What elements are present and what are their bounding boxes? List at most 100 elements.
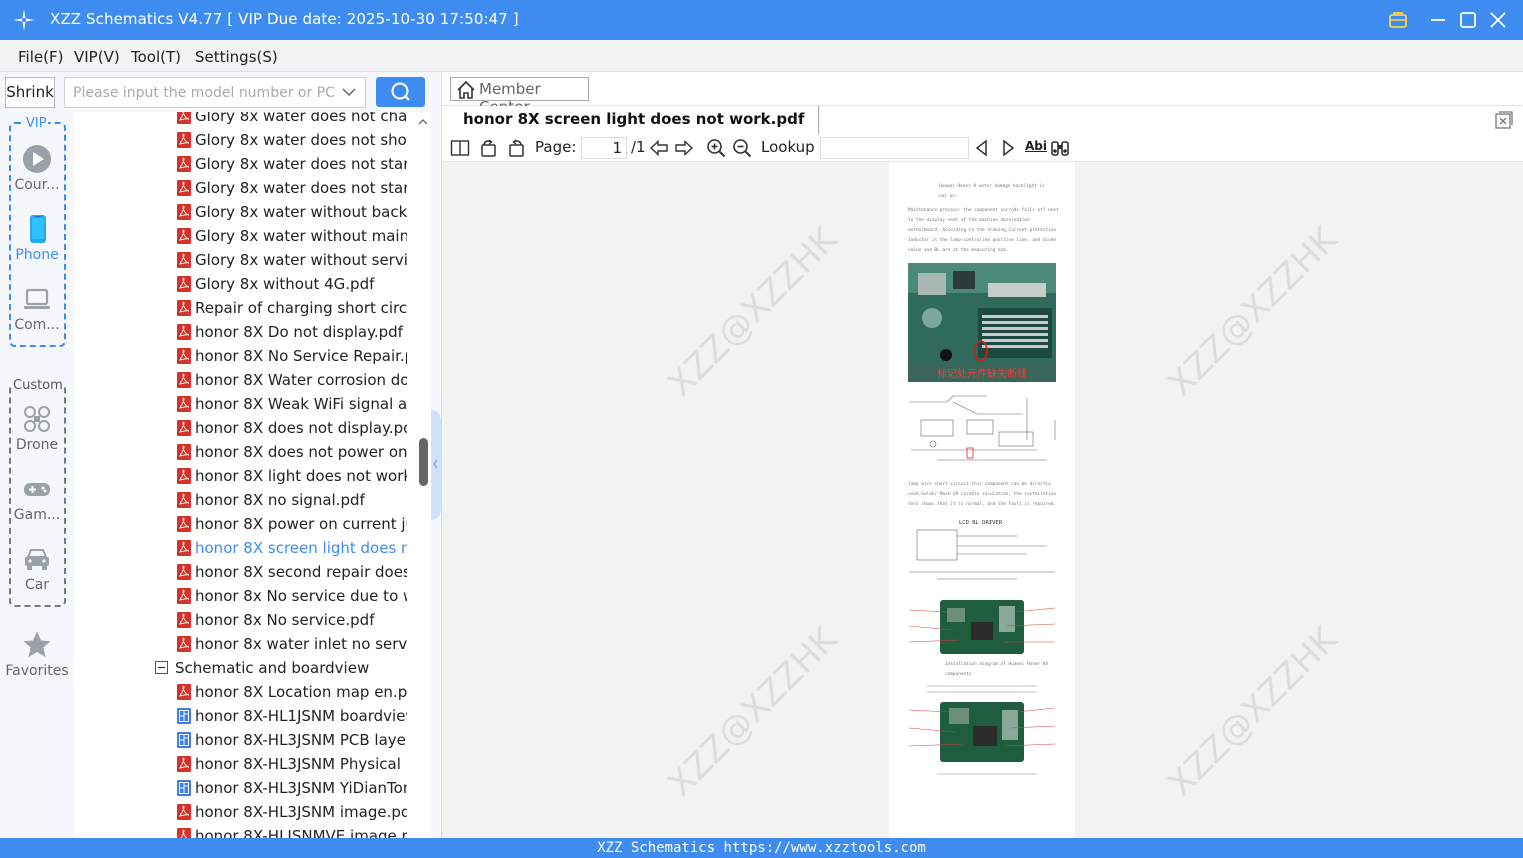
pdf-file-icon (177, 276, 191, 292)
tree-file-item[interactable]: honor 8X-HL3JSNM PCB layer.pcb (74, 728, 415, 752)
menu-tool[interactable]: Tool(T) (131, 48, 181, 66)
tree-file-item[interactable]: honor 8X second repair does not (74, 560, 415, 584)
search-button[interactable] (376, 77, 425, 107)
tree-file-item[interactable]: honor 8X power on current jump (74, 512, 415, 536)
nav-computer[interactable]: Com... (0, 284, 74, 333)
nav-game[interactable]: Gam... (0, 474, 74, 523)
shrink-button[interactable]: Shrink (5, 77, 55, 108)
scrollbar-thumb[interactable] (419, 438, 428, 486)
tree-file-item[interactable]: honor 8X light does not work.pdf (74, 464, 415, 488)
pdf-file-icon (177, 372, 191, 388)
tree-file-item[interactable]: honor 8X No Service Repair.pdf (74, 344, 415, 368)
tree-file-item[interactable]: honor 8X Weak WiFi signal after (74, 392, 415, 416)
drone-icon (24, 406, 50, 432)
search-input[interactable] (65, 78, 335, 107)
title-bar: XZZ Schematics V4.77 [ VIP Due date: 202… (0, 0, 1523, 40)
tree-file-item[interactable]: honor 8X Location map en.pdf (74, 680, 415, 704)
maximize-icon[interactable] (1456, 8, 1480, 32)
tree-file-item[interactable]: honor 8X-HL3JSNM Physical Lo (74, 752, 415, 776)
tree-file-item[interactable]: Glory 8x water without service.pdf (74, 248, 415, 272)
pdf-file-icon (177, 756, 191, 772)
member-bar: Member Center (442, 72, 1523, 116)
member-center-button[interactable]: Member Center (450, 77, 589, 116)
scroll-up-icon[interactable] (415, 116, 431, 128)
rotate-right-icon[interactable] (506, 138, 526, 158)
tree-file-item[interactable]: honor 8X-HL3JSNM YiDianTong (74, 776, 415, 800)
pdf-file-icon (177, 420, 191, 436)
menu-file[interactable]: File(F) (18, 48, 63, 66)
left-pane: Shrink VIP Cour... (0, 72, 441, 838)
pdf-file-icon (177, 516, 191, 532)
tree-file-item[interactable]: honor 8X-HL3JSNM image.pdf (74, 800, 415, 824)
nav-drone[interactable]: Drone (0, 404, 74, 453)
tree-file-item[interactable]: honor 8X Do not display.pdf (74, 320, 415, 344)
nav-phone[interactable]: Phone (0, 214, 74, 263)
tree-item-label: honor 8X No Service Repair.pdf (195, 347, 407, 365)
pdf-file-icon (177, 180, 191, 196)
zoom-out-icon[interactable] (732, 138, 752, 158)
tree-item-label: honor 8x No service.pdf (195, 611, 375, 629)
next-page-icon[interactable] (674, 138, 694, 158)
find-next-icon[interactable] (998, 138, 1018, 158)
tree-file-item[interactable]: honor 8X screen light does not (74, 536, 415, 560)
app-logo-icon (13, 9, 35, 31)
tree-file-item[interactable]: honor 8x water inlet no service.pdf (74, 632, 415, 656)
tree-file-item[interactable]: Glory 8x water does not charge. (74, 112, 415, 128)
tree-item-label: honor 8X-HL3JSNM Physical Lo (195, 755, 407, 773)
board-photo: 标记处元件缺失断线 (908, 263, 1056, 382)
document-tab[interactable]: honor 8X screen light does not work.pdf (450, 106, 820, 134)
tree-item-label: honor 8X no signal.pdf (195, 491, 365, 509)
tree-file-item[interactable]: Glory 8x water without backlight (74, 200, 415, 224)
nav-courses-label: Cour... (14, 177, 60, 193)
nav-favorites-label: Favorites (5, 663, 69, 679)
pdf-file-icon (177, 540, 191, 556)
zoom-in-icon[interactable] (706, 138, 726, 158)
close-tab-icon[interactable] (1494, 110, 1514, 130)
menu-settings[interactable]: Settings(S) (195, 48, 278, 66)
tree-file-item[interactable]: honor 8x No service.pdf (74, 608, 415, 632)
tree-file-item[interactable]: honor 8X Water corrosion does (74, 368, 415, 392)
tree-item-label: honor 8X does not power on.pdf (195, 443, 407, 461)
nav-favorites[interactable]: Favorites (0, 630, 74, 679)
model-search-box[interactable] (64, 77, 366, 108)
board-diagram-2 (908, 685, 1056, 775)
two-page-icon[interactable] (450, 138, 470, 158)
tree-file-item[interactable]: Glory 8x water does not start.pdf (74, 176, 415, 200)
collapse-icon[interactable] (155, 661, 168, 674)
pane-collapse-handle[interactable] (431, 410, 441, 520)
chevron-down-icon[interactable] (341, 84, 357, 100)
tree-folder[interactable]: Schematic and boardview (74, 656, 415, 680)
page-total: /1 (631, 138, 646, 156)
pdf-viewer[interactable]: XZZ@XZZHK XZZ@XZZHK XZZ@XZZHK XZZ@XZZHK … (442, 162, 1523, 838)
menu-vip[interactable]: VIP(V) (74, 48, 120, 66)
tree-file-item[interactable]: honor 8X-HL1JSNM boardview. (74, 704, 415, 728)
watermark: XZZ@XZZHK (660, 619, 846, 805)
find-prev-icon[interactable] (972, 138, 992, 158)
prev-page-icon[interactable] (649, 138, 669, 158)
window-title: XZZ Schematics V4.77 [ VIP Due date: 202… (50, 10, 519, 28)
tree-scrollbar[interactable] (415, 112, 431, 838)
tree-file-item[interactable]: honor 8X-HLJSNMVE image.pdf (74, 824, 415, 838)
page-number-input[interactable]: 1 (581, 137, 627, 159)
rotate-left-icon[interactable] (479, 138, 499, 158)
tree-file-item[interactable]: Glory 8x water without main power (74, 224, 415, 248)
close-icon[interactable] (1486, 8, 1510, 32)
minimize-icon[interactable] (1426, 8, 1450, 32)
tree-file-item[interactable]: Glory 8x water does not show.pdf (74, 128, 415, 152)
match-case-icon[interactable]: Abi (1025, 139, 1047, 153)
tree-file-item[interactable]: Glory 8x water does not start .pdf (74, 152, 415, 176)
phone-icon (30, 215, 46, 243)
lookup-input[interactable] (820, 137, 969, 159)
binoculars-icon[interactable] (1050, 138, 1070, 158)
tree-file-item[interactable]: Repair of charging short circuit (74, 296, 415, 320)
tree-file-item[interactable]: honor 8X no signal.pdf (74, 488, 415, 512)
tree-item-label: honor 8X light does not work.pdf (195, 467, 407, 485)
tree-file-item[interactable]: Glory 8x without 4G.pdf (74, 272, 415, 296)
nav-car[interactable]: Car (0, 544, 74, 593)
car-icon (25, 549, 49, 570)
tree-file-item[interactable]: honor 8X does not power on.pdf (74, 440, 415, 464)
nav-courses[interactable]: Cour... (0, 144, 74, 193)
vip-badge-icon[interactable] (1386, 8, 1410, 32)
tree-file-item[interactable]: honor 8X does not display.pdf (74, 416, 415, 440)
tree-file-item[interactable]: honor 8x No service due to water (74, 584, 415, 608)
